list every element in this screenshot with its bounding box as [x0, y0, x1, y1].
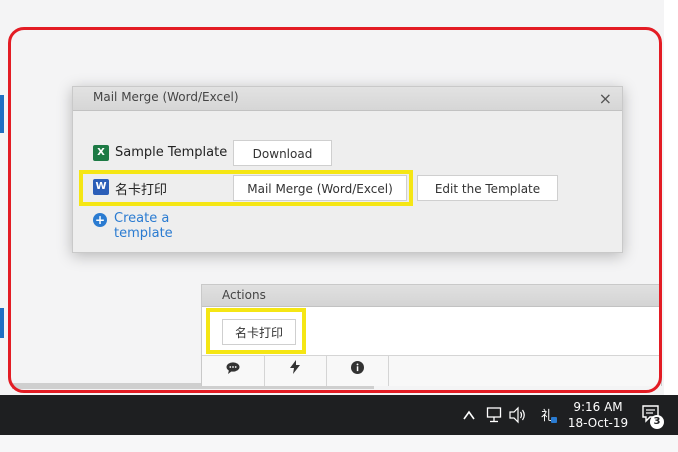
plus-circle-icon[interactable]: + — [93, 213, 107, 227]
merge-template-label: 名卡打印 — [115, 183, 168, 198]
speaker-icon[interactable] — [509, 395, 527, 435]
actions-header: Actions — [202, 285, 661, 307]
actions-panel: Actions 名卡打印 — [201, 284, 662, 386]
left-edge-marker — [0, 308, 4, 338]
info-icon[interactable] — [326, 356, 389, 386]
input-method-icon[interactable]: 礼 — [540, 395, 558, 435]
lightning-icon[interactable] — [264, 356, 327, 386]
word-icon: W — [93, 179, 109, 195]
dialog-title: Mail Merge (Word/Excel) — [93, 90, 239, 104]
close-icon[interactable]: × — [599, 89, 612, 108]
mail-merge-dialog: Mail Merge (Word/Excel) × X Sample Templ… — [72, 86, 623, 253]
comment-icon[interactable] — [202, 356, 265, 386]
left-edge-marker — [0, 95, 4, 133]
chevron-up-icon[interactable] — [462, 395, 476, 435]
clock-time: 9:16 AM — [573, 400, 623, 414]
clock-date: 18-Oct-19 — [567, 416, 629, 430]
name-card-print-button[interactable]: 名卡打印 — [222, 319, 296, 345]
download-button[interactable]: Download — [233, 140, 332, 166]
system-clock[interactable]: 9:16 AM 18-Oct-19 — [565, 399, 631, 431]
excel-icon: X — [93, 145, 109, 161]
sample-template-label: Sample Template — [115, 145, 228, 160]
edit-template-button[interactable]: Edit the Template — [417, 175, 558, 201]
actions-title: Actions — [222, 288, 266, 302]
notification-count-badge: 3 — [650, 415, 664, 429]
taskbar: 礼 9:16 AM 18-Oct-19 3 — [0, 395, 678, 435]
network-icon[interactable] — [486, 395, 504, 435]
mail-merge-button[interactable]: Mail Merge (Word/Excel) — [233, 175, 407, 201]
create-template-link[interactable]: Create a template — [114, 211, 173, 241]
vertical-scroll-strip[interactable] — [664, 0, 678, 395]
dialog-header: Mail Merge (Word/Excel) × — [73, 87, 622, 111]
actions-toolbar — [202, 355, 661, 386]
